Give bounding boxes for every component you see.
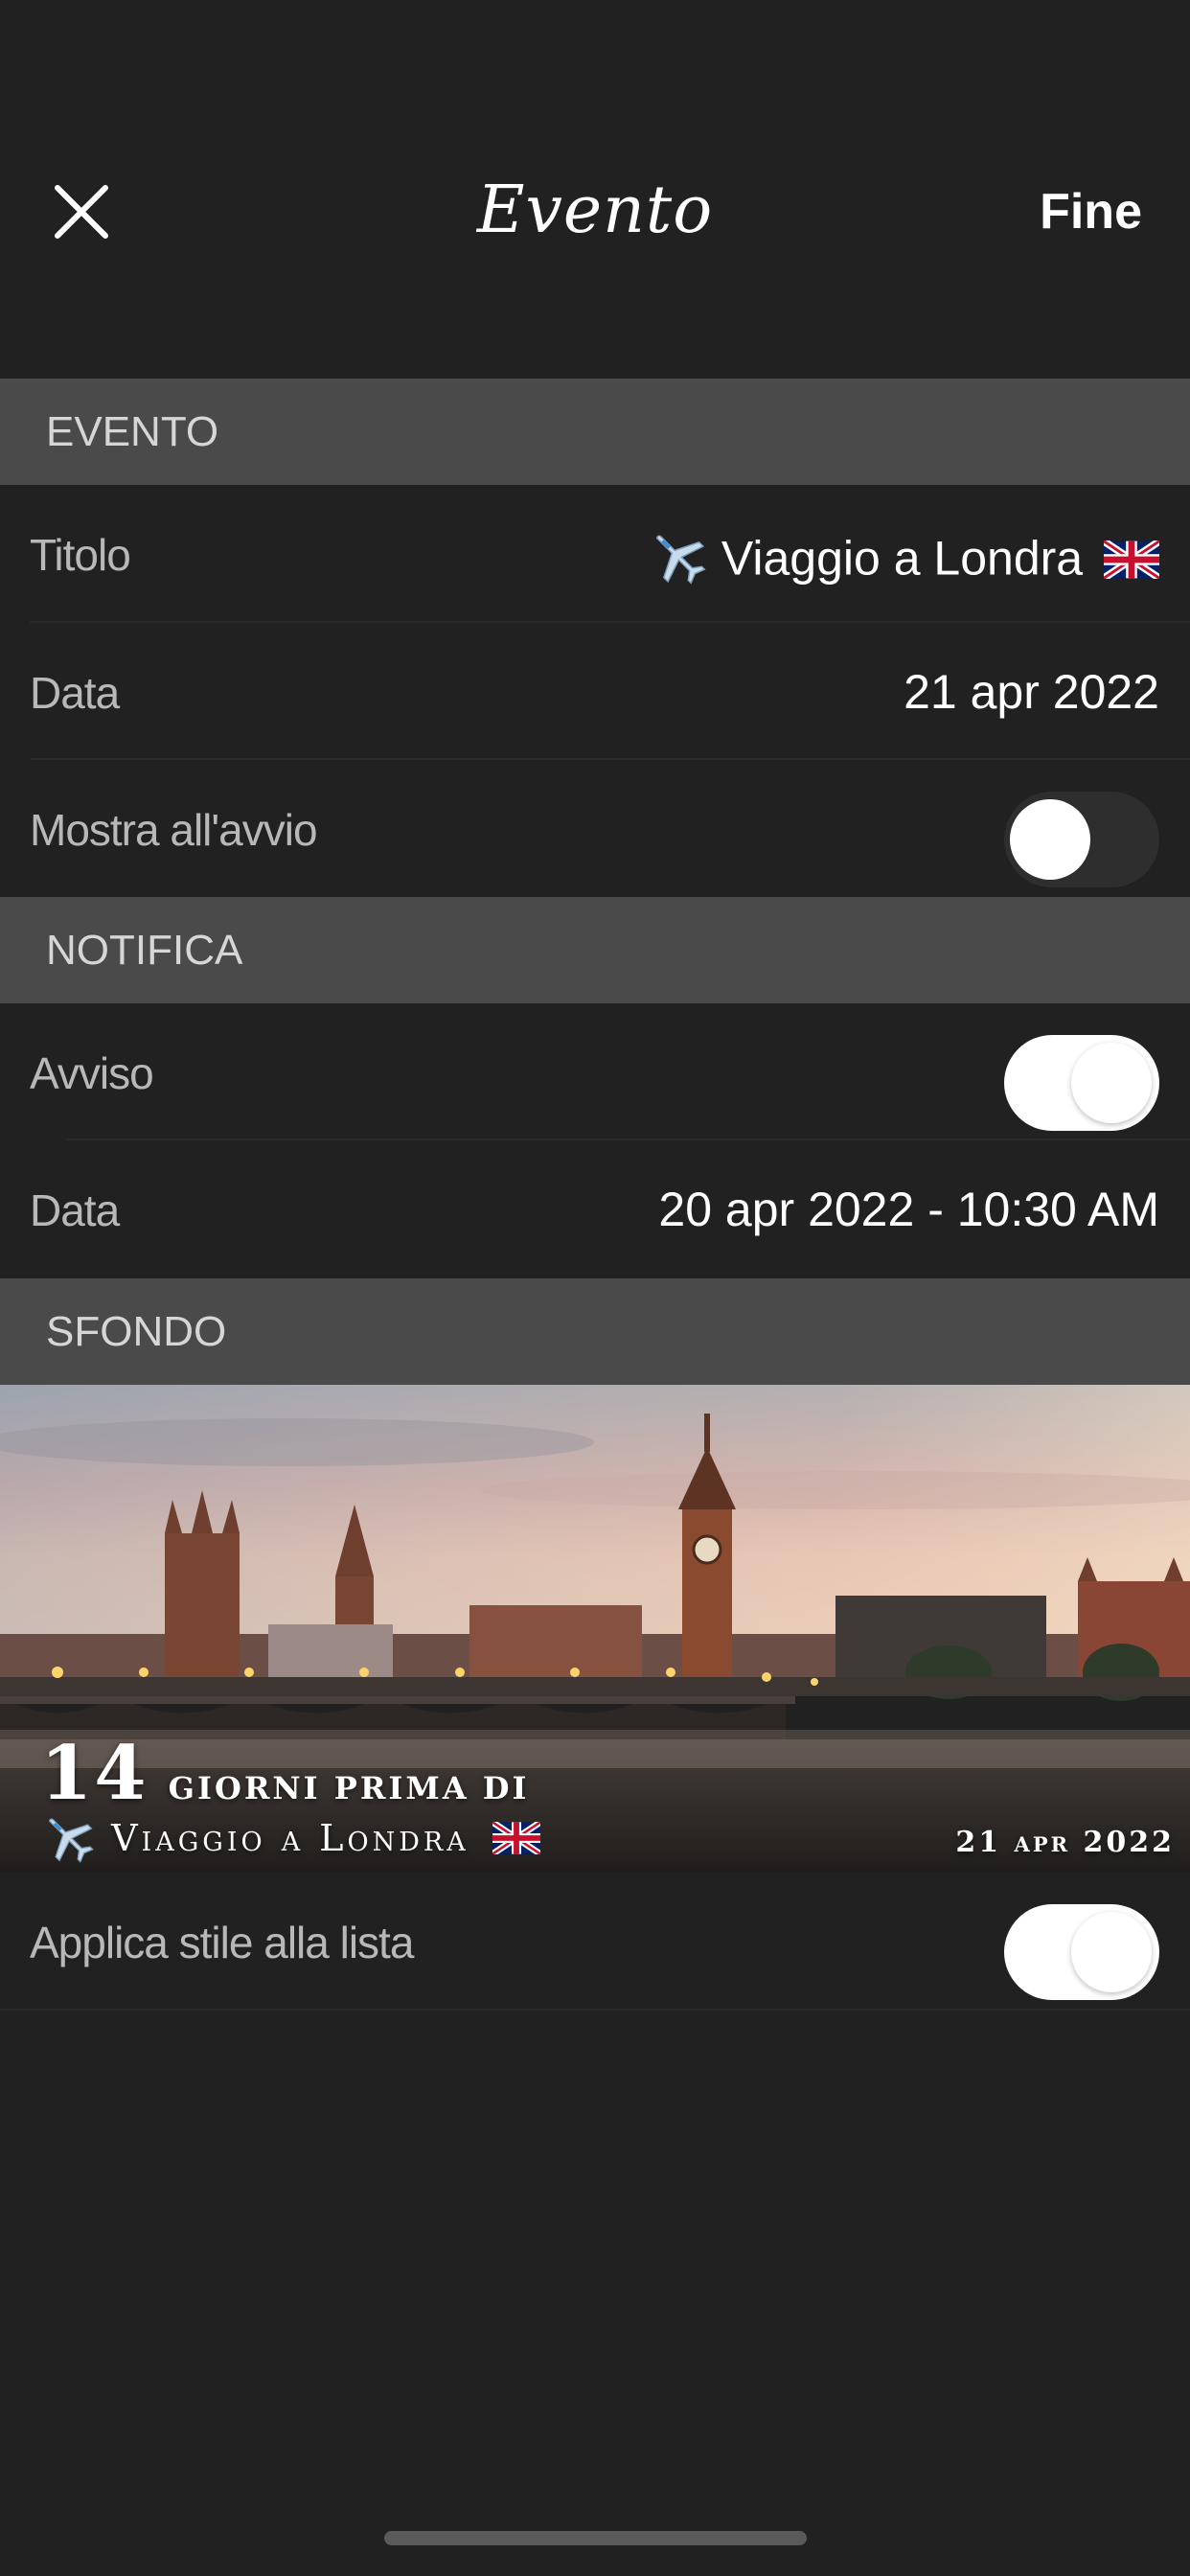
days-counter: 14 giorni prima di xyxy=(40,1730,530,1817)
title-value: Viaggio a Londra xyxy=(647,525,1162,599)
date-value: 21 apr 2022 xyxy=(904,665,1159,719)
apply-style-toggle[interactable] xyxy=(1004,1904,1159,2000)
toggle-knob xyxy=(1071,1912,1152,1992)
show-on-launch-label: Mostra all'avvio xyxy=(30,805,318,855)
alert-row: Avviso xyxy=(0,1003,1190,1140)
notification-date-row[interactable]: Data 20 apr 2022 - 10:30 AM xyxy=(0,1140,1190,1277)
section-title: NOTIFICA xyxy=(46,927,243,974)
show-on-launch-row: Mostra all'avvio xyxy=(0,760,1190,897)
home-indicator[interactable] xyxy=(384,2531,807,2545)
title-text: Viaggio a Londra xyxy=(721,531,1084,586)
apply-style-label: Applica stile alla lista xyxy=(30,1918,414,1967)
alert-label: Avviso xyxy=(30,1048,154,1098)
date-label: Data xyxy=(30,668,120,718)
divider xyxy=(0,2009,1190,2011)
section-header-evento: EVENTO xyxy=(0,379,1190,485)
section-title: EVENTO xyxy=(46,408,219,455)
preview-event-date: 21 apr 2022 xyxy=(955,1826,1175,1859)
navigation-bar: Evento Fine xyxy=(0,0,1190,379)
toggle-knob xyxy=(1071,1043,1152,1123)
airplane-icon xyxy=(647,525,708,599)
date-row[interactable]: Data 21 apr 2022 xyxy=(0,623,1190,760)
alert-toggle[interactable] xyxy=(1004,1035,1159,1131)
preview-event-title: Viaggio a Londra xyxy=(111,1817,469,1859)
uk-flag-icon xyxy=(491,1819,542,1863)
days-text: giorni prima di xyxy=(168,1770,530,1806)
preview-event-name: Viaggio a Londra xyxy=(40,1809,542,1873)
section-header-notifica: NOTIFICA xyxy=(0,897,1190,1003)
days-number: 14 xyxy=(40,1730,149,1817)
title-row[interactable]: Titolo Viaggio a Londra xyxy=(0,485,1190,622)
uk-flag-icon xyxy=(1101,534,1162,591)
done-button[interactable]: Fine xyxy=(1040,178,1142,245)
notification-date-label: Data xyxy=(30,1185,120,1235)
section-header-sfondo: SFONDO xyxy=(0,1278,1190,1385)
background-preview[interactable]: 14 giorni prima di Viaggio a Londra 21 a… xyxy=(0,1385,1190,1873)
section-title: SFONDO xyxy=(46,1308,227,1355)
airplane-icon xyxy=(40,1809,96,1873)
title-label: Titolo xyxy=(30,530,131,580)
show-on-launch-toggle[interactable] xyxy=(1004,792,1159,887)
notification-date-value: 20 apr 2022 - 10:30 AM xyxy=(658,1183,1159,1236)
page-title: Evento xyxy=(476,172,714,248)
apply-style-row: Applica stile alla lista xyxy=(0,1873,1190,2010)
toggle-knob xyxy=(1010,799,1090,880)
